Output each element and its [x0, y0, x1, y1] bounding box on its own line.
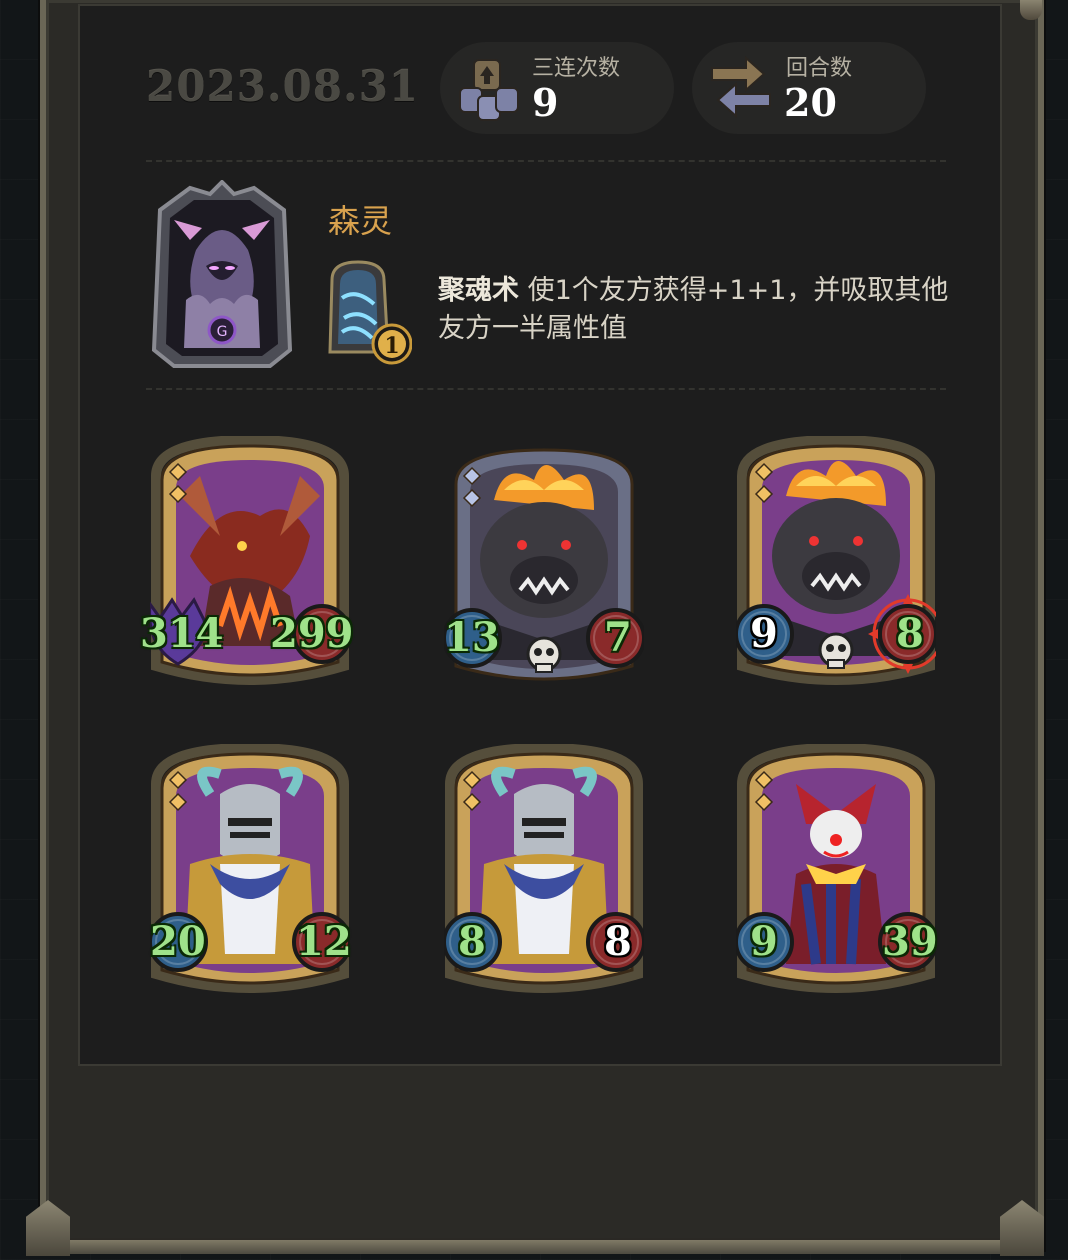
unit-health: 299 — [270, 610, 354, 657]
skull-icon — [526, 636, 562, 673]
divider-top — [146, 160, 946, 162]
round-icon — [711, 55, 771, 119]
round-count-value: 20 — [784, 80, 837, 125]
match-date: 2023.08.31 — [146, 62, 420, 111]
unit-card-4[interactable]: 20 12 — [150, 744, 352, 1004]
spell-card-icon: 1 — [328, 260, 412, 365]
triple-count-value: 9 — [532, 80, 559, 125]
triple-count-label: 三连次数 — [532, 56, 621, 81]
skull-icon — [818, 632, 854, 669]
unit-health: 12 — [296, 918, 352, 965]
unit-card-1[interactable]: 314 299 — [140, 436, 354, 696]
unit-health: 8 — [604, 918, 632, 965]
unit-attack: 8 — [458, 918, 486, 965]
unit-attack: 9 — [750, 918, 778, 965]
round-count-label: 回合数 — [786, 56, 853, 81]
triple-icon — [459, 59, 519, 121]
unit-card-6[interactable]: 9 39 — [736, 744, 938, 1004]
unit-health: 7 — [604, 614, 632, 661]
skill-name: 聚魂术 — [438, 275, 519, 306]
divider-bottom — [146, 388, 946, 390]
unit-attack: 314 — [140, 610, 224, 657]
hero-name: 森灵 — [328, 202, 393, 240]
skill-description: 聚魂术 使1个友方获得+1+1，并吸取其他 友方一半属性值 — [438, 272, 968, 348]
unit-attack: 9 — [750, 610, 778, 657]
unit-card-3[interactable]: 98 — [736, 436, 936, 696]
unit-health: 8 — [896, 610, 924, 657]
unit-attack: 13 — [444, 614, 500, 661]
unit-attack: 20 — [150, 918, 206, 965]
spell-level-text: 1 — [384, 333, 399, 359]
skill-desc-line1: 使1个友方获得+1+1，并吸取其他 — [527, 275, 949, 306]
frame-bottom-rail — [40, 1238, 1044, 1254]
unit-health: 39 — [882, 918, 938, 965]
unit-card-2[interactable]: 13 7 — [444, 440, 644, 700]
svg-text:G: G — [217, 324, 228, 340]
skill-desc-line2: 友方一半属性值 — [438, 313, 627, 344]
hero-portrait: G — [151, 180, 293, 368]
unit-card-5[interactable]: 88 — [444, 744, 644, 1004]
frame-knob — [1020, 0, 1042, 20]
